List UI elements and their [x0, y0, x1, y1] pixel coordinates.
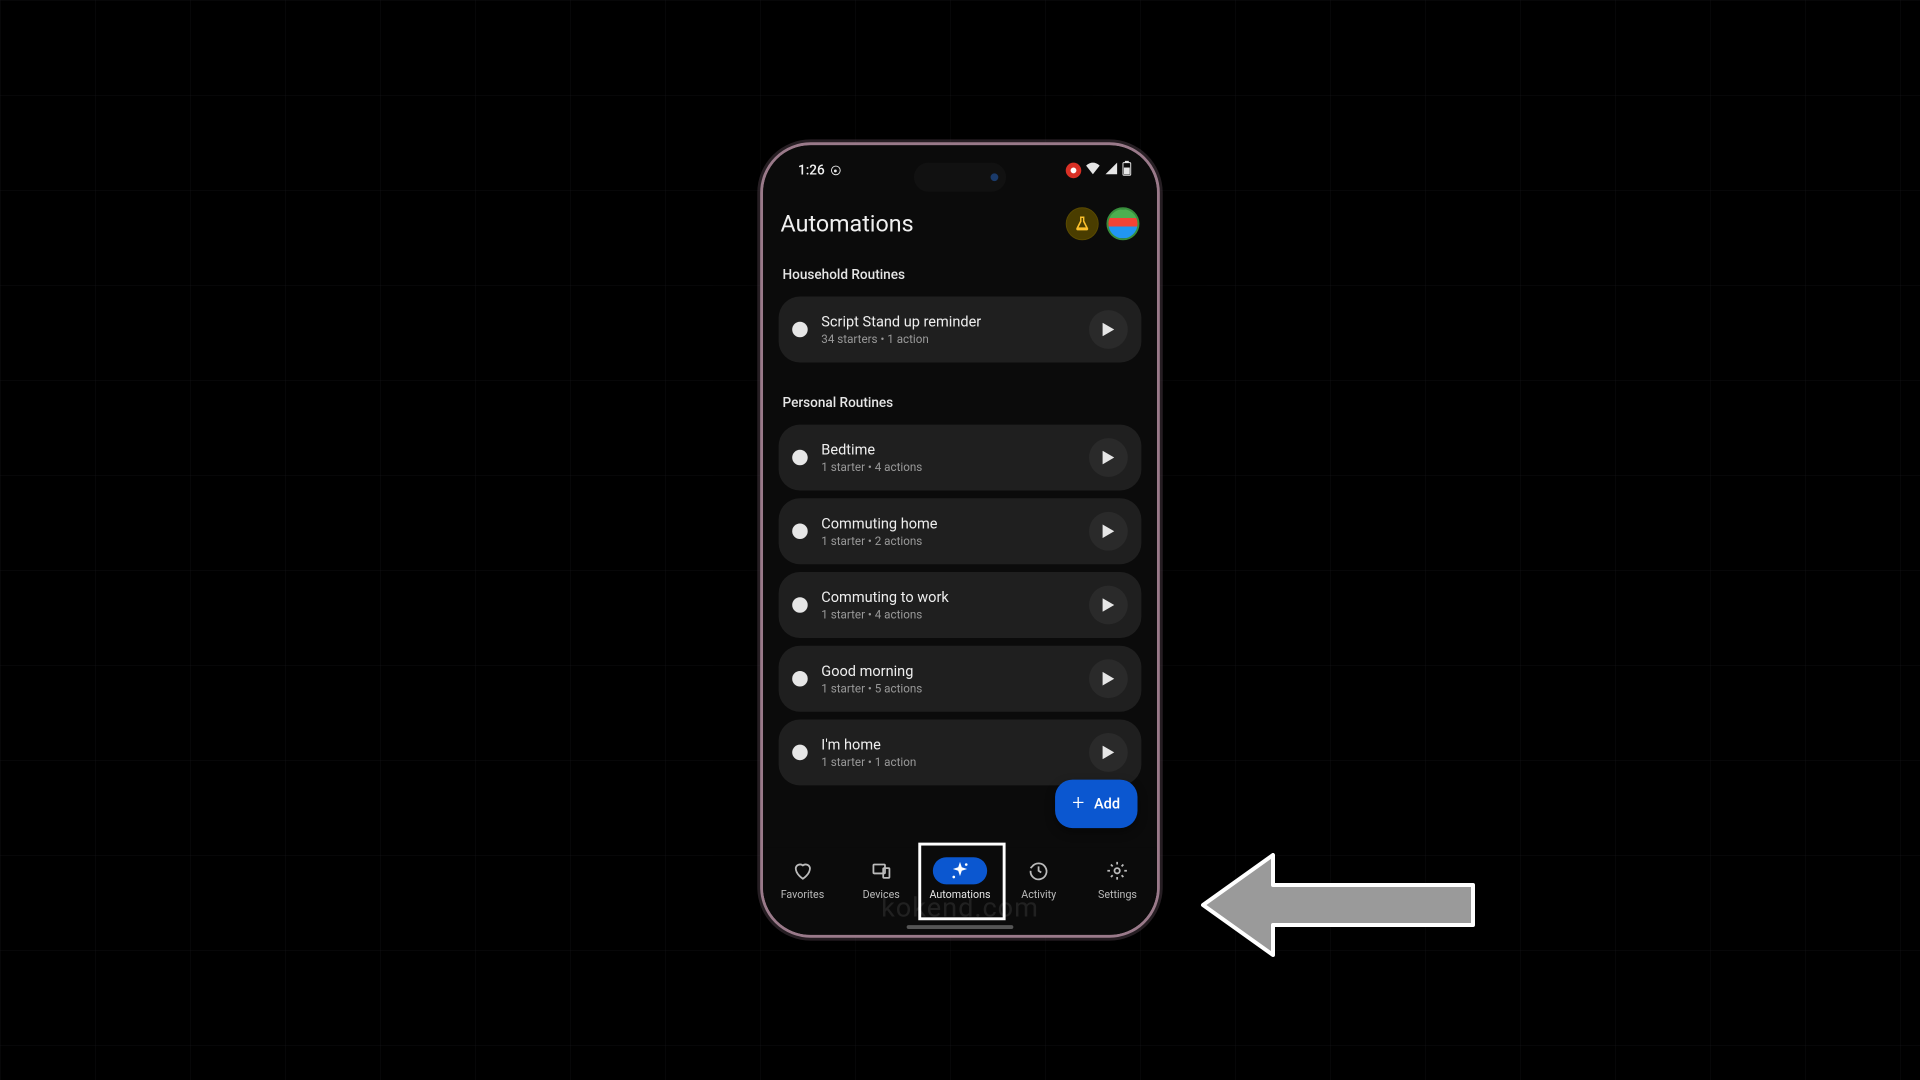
- play-button[interactable]: [1089, 438, 1128, 477]
- labs-button[interactable]: [1066, 207, 1099, 240]
- routine-card[interactable]: Commuting to work 1 starter • 4 actions: [779, 572, 1142, 638]
- section-title-personal: Personal Routines: [779, 395, 1142, 411]
- home-indicator: [907, 925, 1014, 929]
- phone-frame: 1:26 Automations: [760, 142, 1160, 937]
- play-button[interactable]: [1089, 310, 1128, 349]
- play-button[interactable]: [1089, 512, 1128, 551]
- routine-subtitle: 1 starter • 5 actions: [821, 682, 1089, 696]
- side-button: [760, 262, 761, 291]
- nav-favorites[interactable]: Favorites: [769, 857, 837, 901]
- routine-subtitle: 1 starter • 4 actions: [821, 608, 1089, 622]
- play-button[interactable]: [1089, 733, 1128, 772]
- routine-title: I'm home: [821, 736, 1089, 753]
- avatar[interactable]: [1106, 207, 1139, 240]
- routine-dot-icon: [792, 322, 808, 338]
- side-button: [1159, 310, 1160, 392]
- routine-card[interactable]: Good morning 1 starter • 5 actions: [779, 646, 1142, 712]
- nav-label: Favorites: [781, 888, 824, 901]
- routine-subtitle: 1 starter • 4 actions: [821, 460, 1089, 474]
- routine-dot-icon: [792, 597, 808, 613]
- watermark: kokend.com: [881, 891, 1039, 923]
- routine-title: Commuting home: [821, 515, 1089, 532]
- signal-icon: [1105, 162, 1119, 179]
- routine-card[interactable]: I'm home 1 starter • 1 action: [779, 719, 1142, 785]
- sparkle-icon: [933, 857, 987, 884]
- history-icon: [1012, 857, 1066, 884]
- notification-icon: [1066, 163, 1082, 179]
- routine-title: Bedtime: [821, 441, 1089, 458]
- devices-icon: [854, 857, 908, 884]
- routine-dot-icon: [792, 671, 808, 687]
- status-time: 1:26: [798, 163, 825, 179]
- routine-title: Good morning: [821, 662, 1089, 679]
- section-title-household: Household Routines: [779, 267, 1142, 283]
- nav-label: Settings: [1098, 888, 1137, 901]
- heart-icon: [775, 857, 829, 884]
- routine-dot-icon: [792, 745, 808, 761]
- routine-subtitle: 1 starter • 1 action: [821, 755, 1089, 769]
- side-button: [760, 310, 761, 363]
- routine-card[interactable]: Commuting home 1 starter • 2 actions: [779, 498, 1142, 564]
- play-button[interactable]: [1089, 586, 1128, 625]
- routine-subtitle: 1 starter • 2 actions: [821, 534, 1089, 548]
- nav-settings[interactable]: Settings: [1084, 857, 1152, 901]
- pointer-arrow: [1198, 850, 1478, 964]
- add-button-label: Add: [1094, 795, 1120, 812]
- side-button: [760, 373, 761, 426]
- routine-card[interactable]: Bedtime 1 starter • 4 actions: [779, 425, 1142, 491]
- notch: [914, 163, 1006, 192]
- battery-icon: [1122, 161, 1132, 180]
- routine-dot-icon: [792, 524, 808, 540]
- page-title: Automations: [781, 210, 914, 237]
- play-button[interactable]: [1089, 659, 1128, 698]
- record-icon: [831, 166, 841, 176]
- routine-dot-icon: [792, 450, 808, 466]
- add-button[interactable]: + Add: [1055, 780, 1138, 829]
- routine-title: Commuting to work: [821, 589, 1089, 606]
- routine-subtitle: 34 starters • 1 action: [821, 332, 1089, 346]
- gear-icon: [1090, 857, 1144, 884]
- routine-card[interactable]: Script Stand up reminder 34 starters • 1…: [779, 297, 1142, 363]
- wifi-icon: [1085, 162, 1101, 179]
- routine-title: Script Stand up reminder: [821, 313, 1089, 330]
